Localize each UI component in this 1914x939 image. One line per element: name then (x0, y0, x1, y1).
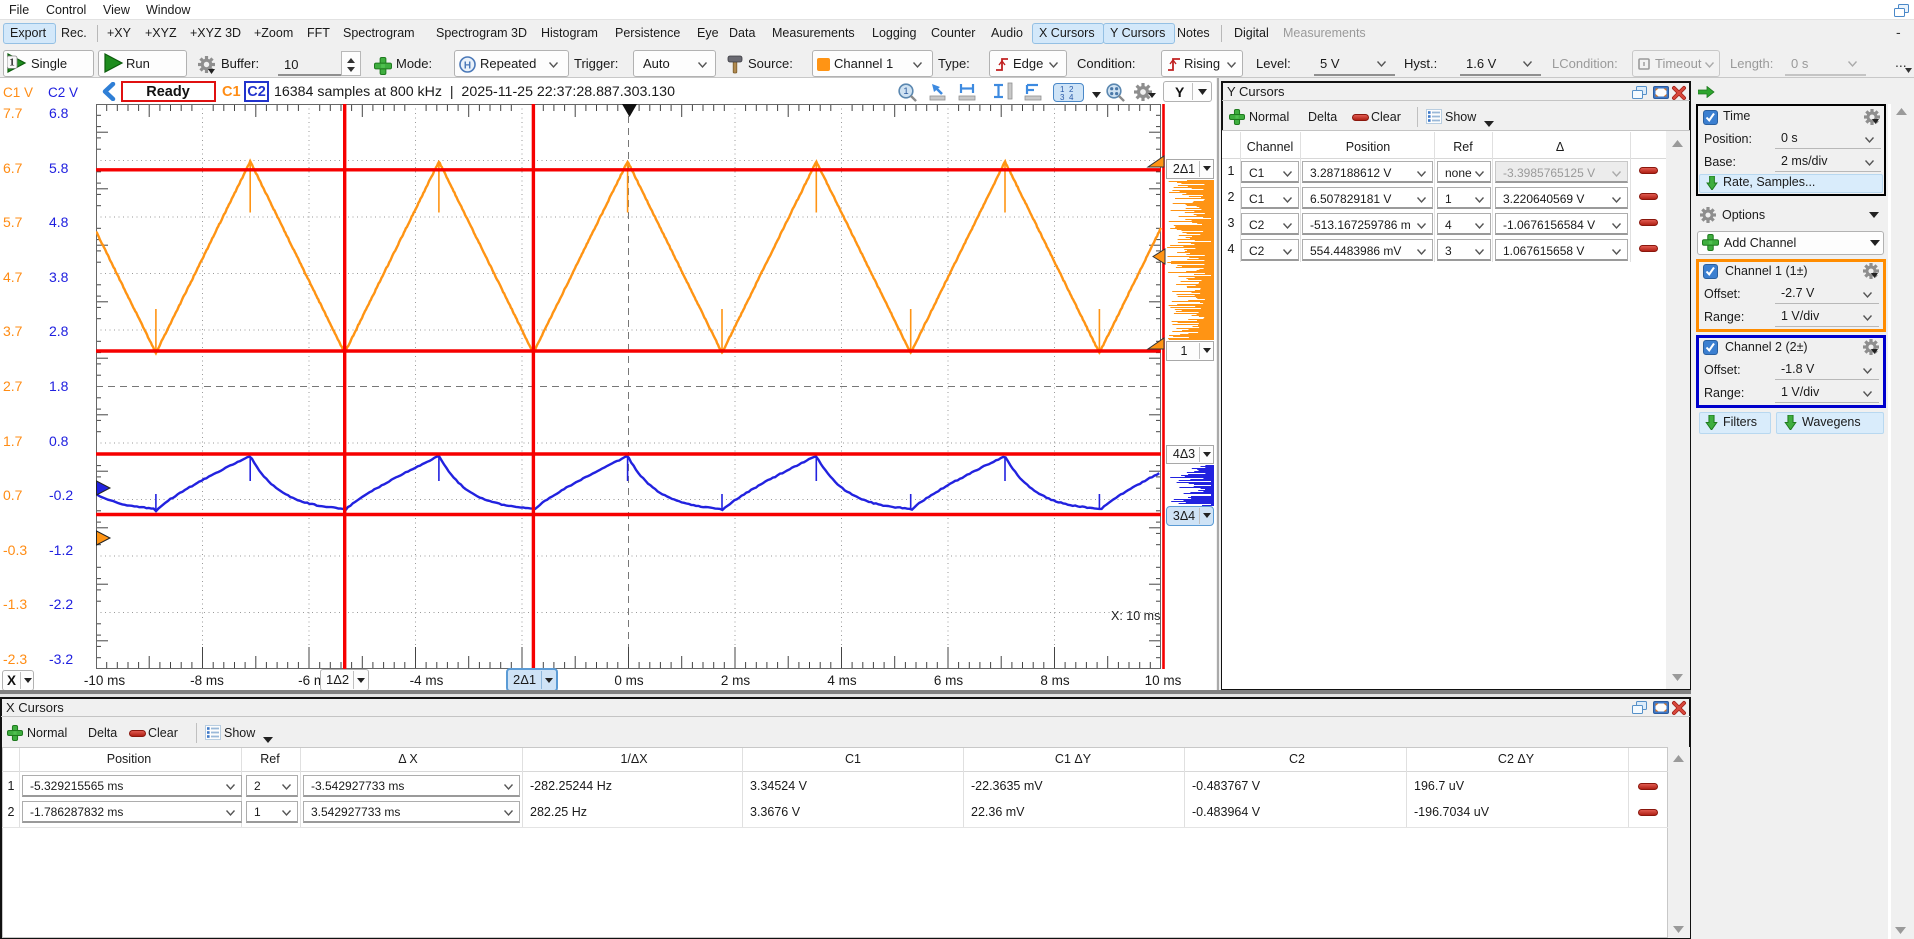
svg-text:1: 1 (9, 56, 15, 68)
svg-text:X: 10 ms: X: 10 ms (1111, 609, 1160, 623)
svg-text:1: 1 (903, 86, 908, 97)
svg-text:4: 4 (1069, 93, 1074, 100)
svg-text:3: 3 (1060, 93, 1065, 100)
svg-text:H: H (464, 61, 471, 72)
